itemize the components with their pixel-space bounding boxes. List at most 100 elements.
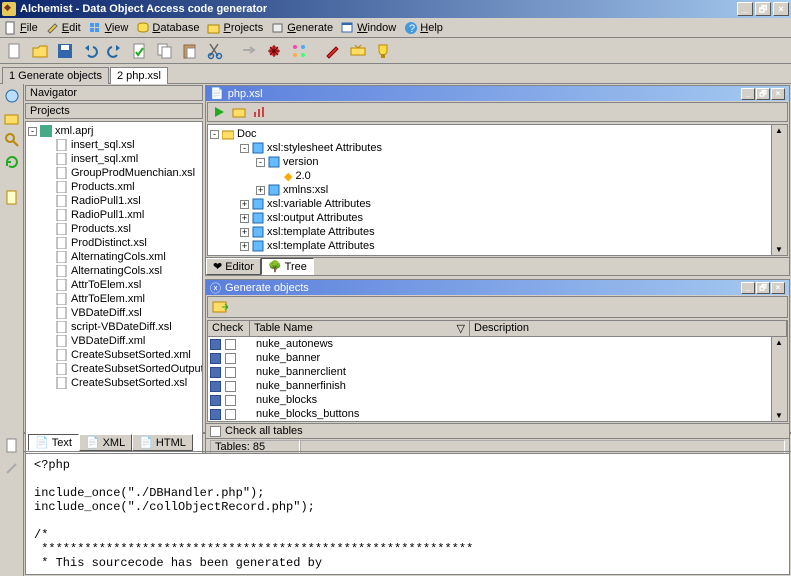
tree-file[interactable]: AttrToElem.xsl — [28, 278, 200, 292]
transform-button[interactable] — [288, 40, 310, 62]
tree-file[interactable]: AlternatingCols.xml — [28, 250, 200, 264]
cut-button[interactable] — [204, 40, 226, 62]
explorer-icon[interactable] — [4, 88, 20, 104]
column-check[interactable]: Check — [208, 321, 250, 336]
tree-file[interactable]: CreateSubsetSorted.xsl — [28, 376, 200, 390]
doc-icon[interactable] — [4, 190, 20, 206]
tab-generate-objects[interactable]: 1 Generate objects — [2, 67, 109, 84]
collapse-icon[interactable]: - — [210, 130, 219, 139]
table-row[interactable]: nuke_blocks_buttons — [208, 407, 787, 421]
tree-file[interactable]: CreateSubsetSortedOutput.xml — [28, 362, 200, 376]
menu-help[interactable]: ?Help — [404, 21, 443, 35]
panel-close-button[interactable]: × — [771, 88, 785, 100]
tree-file[interactable]: Products.xsl — [28, 222, 200, 236]
checkbox[interactable] — [225, 339, 236, 350]
tree-file[interactable]: VBDateDiff.xml — [28, 334, 200, 348]
collapse-icon[interactable]: - — [28, 127, 37, 136]
panel-restore-button[interactable]: 🗗 — [756, 282, 770, 294]
run-button[interactable] — [238, 40, 260, 62]
search-icon[interactable] — [4, 132, 20, 148]
wand-icon[interactable] — [4, 460, 20, 476]
scrollbar[interactable] — [771, 337, 787, 421]
xpath-button[interactable] — [347, 40, 369, 62]
tree-root[interactable]: -xml.aprj — [28, 124, 200, 138]
table-row[interactable]: nuke_bannerclient — [208, 365, 787, 379]
tree-node[interactable]: +xmlns:xsl — [210, 183, 785, 197]
new-button[interactable] — [4, 40, 26, 62]
open-button[interactable] — [29, 40, 51, 62]
checkbox[interactable] — [225, 353, 236, 364]
menu-database[interactable]: Database — [136, 21, 199, 35]
table-row[interactable]: nuke_banner — [208, 351, 787, 365]
tree-file[interactable]: CreateSubsetSorted.xml — [28, 348, 200, 362]
restore-button[interactable]: 🗗 — [755, 2, 771, 16]
panel-minimize-button[interactable]: _ — [741, 88, 755, 100]
tab-php-xsl[interactable]: 2 php.xsl — [110, 67, 168, 84]
tree-file[interactable]: Products.xml — [28, 180, 200, 194]
doc-icon[interactable] — [4, 438, 20, 454]
award-button[interactable] — [372, 40, 394, 62]
checkbox[interactable] — [225, 367, 236, 378]
menu-file[interactable]: File — [4, 21, 38, 35]
panel-minimize-button[interactable]: _ — [741, 282, 755, 294]
close-button[interactable]: × — [773, 2, 789, 16]
redo-button[interactable] — [104, 40, 126, 62]
table-row[interactable]: nuke_blocks — [208, 393, 787, 407]
chart-icon[interactable] — [252, 105, 266, 119]
menu-projects[interactable]: Projects — [207, 21, 263, 35]
copy-button[interactable] — [154, 40, 176, 62]
table-row[interactable]: nuke_bannerfinish — [208, 379, 787, 393]
tree-file[interactable]: insert_sql.xml — [28, 152, 200, 166]
checkbox[interactable] — [225, 381, 236, 392]
minimize-button[interactable]: _ — [737, 2, 753, 16]
projects-header[interactable]: Projects — [25, 103, 203, 119]
tree-file[interactable]: GroupProdMuenchian.xsl — [28, 166, 200, 180]
toggle-icon[interactable]: + — [240, 214, 249, 223]
validate-button[interactable] — [129, 40, 151, 62]
folder-icon[interactable] — [4, 110, 20, 126]
checkbox[interactable] — [225, 409, 236, 420]
generate-action-icon[interactable] — [212, 299, 228, 315]
toggle-icon[interactable]: + — [240, 228, 249, 237]
tree-file[interactable]: AlternatingCols.xsl — [28, 264, 200, 278]
menu-generate[interactable]: Generate — [271, 21, 333, 35]
refresh-icon[interactable] — [4, 154, 20, 170]
tree-node[interactable]: -xsl:stylesheet Attributes — [210, 141, 785, 155]
tree-file[interactable]: ProdDistinct.xsl — [28, 236, 200, 250]
open-folder-icon[interactable] — [232, 105, 246, 119]
tab-tree[interactable]: 🌳Tree — [261, 258, 314, 275]
menu-edit[interactable]: Edit — [46, 21, 81, 35]
tree-node[interactable]: +xsl:template Attributes — [210, 239, 785, 253]
toggle-icon[interactable]: - — [240, 144, 249, 153]
tree-node[interactable]: +xsl:output Attributes — [210, 211, 785, 225]
table-row[interactable]: nuke_autonews — [208, 337, 787, 351]
grid-body[interactable]: nuke_autonewsnuke_bannernuke_bannerclien… — [208, 337, 787, 421]
toggle-icon[interactable]: + — [240, 242, 249, 251]
panel-close-button[interactable]: × — [771, 282, 785, 294]
tree-node[interactable]: -version — [210, 155, 785, 169]
undo-button[interactable] — [79, 40, 101, 62]
project-tree[interactable]: -xml.aprj insert_sql.xslinsert_sql.xmlGr… — [25, 121, 203, 457]
menu-window[interactable]: Window — [341, 21, 396, 35]
toggle-icon[interactable]: - — [256, 158, 265, 167]
toggle-icon[interactable]: + — [256, 186, 265, 195]
close-icon[interactable]: ⓧ — [210, 280, 221, 296]
tab-html[interactable]: 📄HTML — [132, 434, 193, 451]
tree-file[interactable]: insert_sql.xsl — [28, 138, 200, 152]
tree-file[interactable]: RadioPull1.xsl — [28, 194, 200, 208]
tree-node[interactable]: ◆2.0 — [210, 169, 785, 183]
toggle-icon[interactable]: + — [240, 200, 249, 209]
play-icon[interactable] — [212, 105, 226, 119]
tree-file[interactable]: script-VBDateDiff.xsl — [28, 320, 200, 334]
column-tablename[interactable]: Table Name▽ — [250, 321, 470, 336]
paste-button[interactable] — [179, 40, 201, 62]
tab-text[interactable]: 📄Text — [28, 434, 79, 451]
checkbox[interactable] — [225, 395, 236, 406]
tab-xml[interactable]: 📄XML — [79, 434, 132, 451]
tree-node-doc[interactable]: -Doc — [210, 127, 785, 141]
tree-file[interactable]: AttrToElem.xml — [28, 292, 200, 306]
tree-node[interactable]: +xsl:template Attributes — [210, 225, 785, 239]
menu-view[interactable]: View — [89, 21, 129, 35]
tab-editor[interactable]: ❤Editor — [206, 258, 261, 275]
debug-button[interactable] — [263, 40, 285, 62]
